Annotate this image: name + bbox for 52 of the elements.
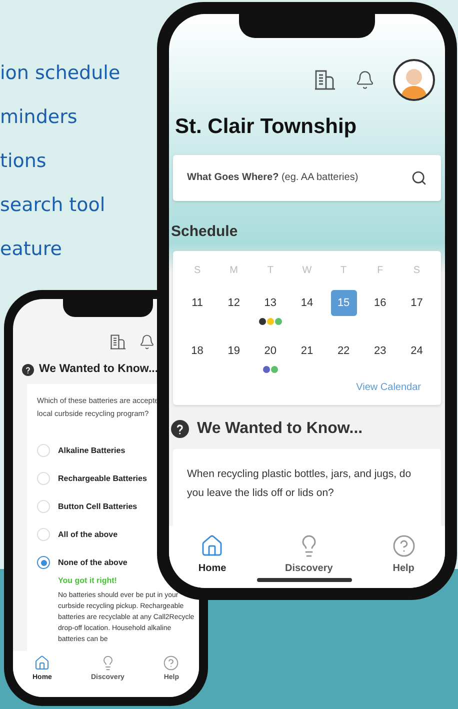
nav-tab[interactable]: Help xyxy=(392,534,416,576)
radio-option[interactable]: Button Cell Batteries xyxy=(37,500,199,514)
help-icon xyxy=(171,420,189,438)
radio-option[interactable]: None of the above xyxy=(37,556,199,570)
weekday-label: F xyxy=(376,264,384,278)
weekday-label: T xyxy=(266,264,274,278)
bell-icon[interactable] xyxy=(355,70,375,90)
feature-text: eature xyxy=(0,237,63,262)
search-field[interactable]: What Goes Where? (eg. AA batteries) xyxy=(173,154,441,200)
nav-tab[interactable]: Discovery xyxy=(284,534,333,576)
township-title: St. Clair Township xyxy=(174,114,358,140)
home-icon xyxy=(200,534,224,558)
nav-tab[interactable]: Home xyxy=(198,534,226,576)
calendar-day[interactable]: 21 xyxy=(294,338,320,364)
calendar-day[interactable]: 19 xyxy=(220,338,247,364)
weekday-label: M xyxy=(228,264,240,278)
calendar-day[interactable]: 16 xyxy=(367,290,394,316)
feature-text: ion schedule xyxy=(0,61,120,86)
help-icon xyxy=(392,534,416,558)
home-icon xyxy=(34,655,50,671)
weekday-label: S xyxy=(192,264,202,278)
calendar-day[interactable]: 12 xyxy=(220,290,247,316)
calendar-day[interactable]: 18 xyxy=(184,338,210,364)
calendar-day[interactable]: 13 xyxy=(257,290,284,316)
calendar-day[interactable]: 17 xyxy=(404,290,430,316)
weekday-label: W xyxy=(301,264,313,278)
weekday-label: S xyxy=(412,264,422,278)
quiz-question: When recycling plastic bottles, jars, and jugs, do you leave the lids off or lids on? xyxy=(187,467,412,501)
help-icon xyxy=(22,364,34,376)
help-icon xyxy=(163,655,180,671)
radio-option[interactable]: Alkaline Batteries xyxy=(37,444,199,458)
feature-text: tions xyxy=(0,149,48,174)
feedback-title: You got it right! xyxy=(58,575,118,588)
radio-option[interactable]: All of the above xyxy=(37,528,199,542)
building-icon[interactable] xyxy=(109,333,127,351)
bell-icon[interactable] xyxy=(139,334,155,350)
section-title: We Wanted to Know... xyxy=(197,419,363,439)
search-icon xyxy=(411,170,427,186)
calendar-day[interactable]: 14 xyxy=(294,290,320,316)
section-title: We Wanted to Know... xyxy=(39,362,158,377)
radio-button[interactable] xyxy=(37,556,50,570)
calendar-day[interactable]: 22 xyxy=(330,338,357,364)
feature-text: minders xyxy=(0,105,78,130)
calendar-day[interactable]: 20 xyxy=(257,338,284,364)
calendar-day[interactable]: 11 xyxy=(184,290,210,316)
feature-text: search tool xyxy=(0,193,106,218)
calendar-day[interactable]: 23 xyxy=(367,338,394,364)
section-title: Schedule xyxy=(170,222,239,242)
weekday-label: T xyxy=(340,264,348,278)
avatar[interactable] xyxy=(393,59,435,101)
building-icon[interactable] xyxy=(313,68,337,92)
calendar-day[interactable]: 24 xyxy=(404,338,430,364)
